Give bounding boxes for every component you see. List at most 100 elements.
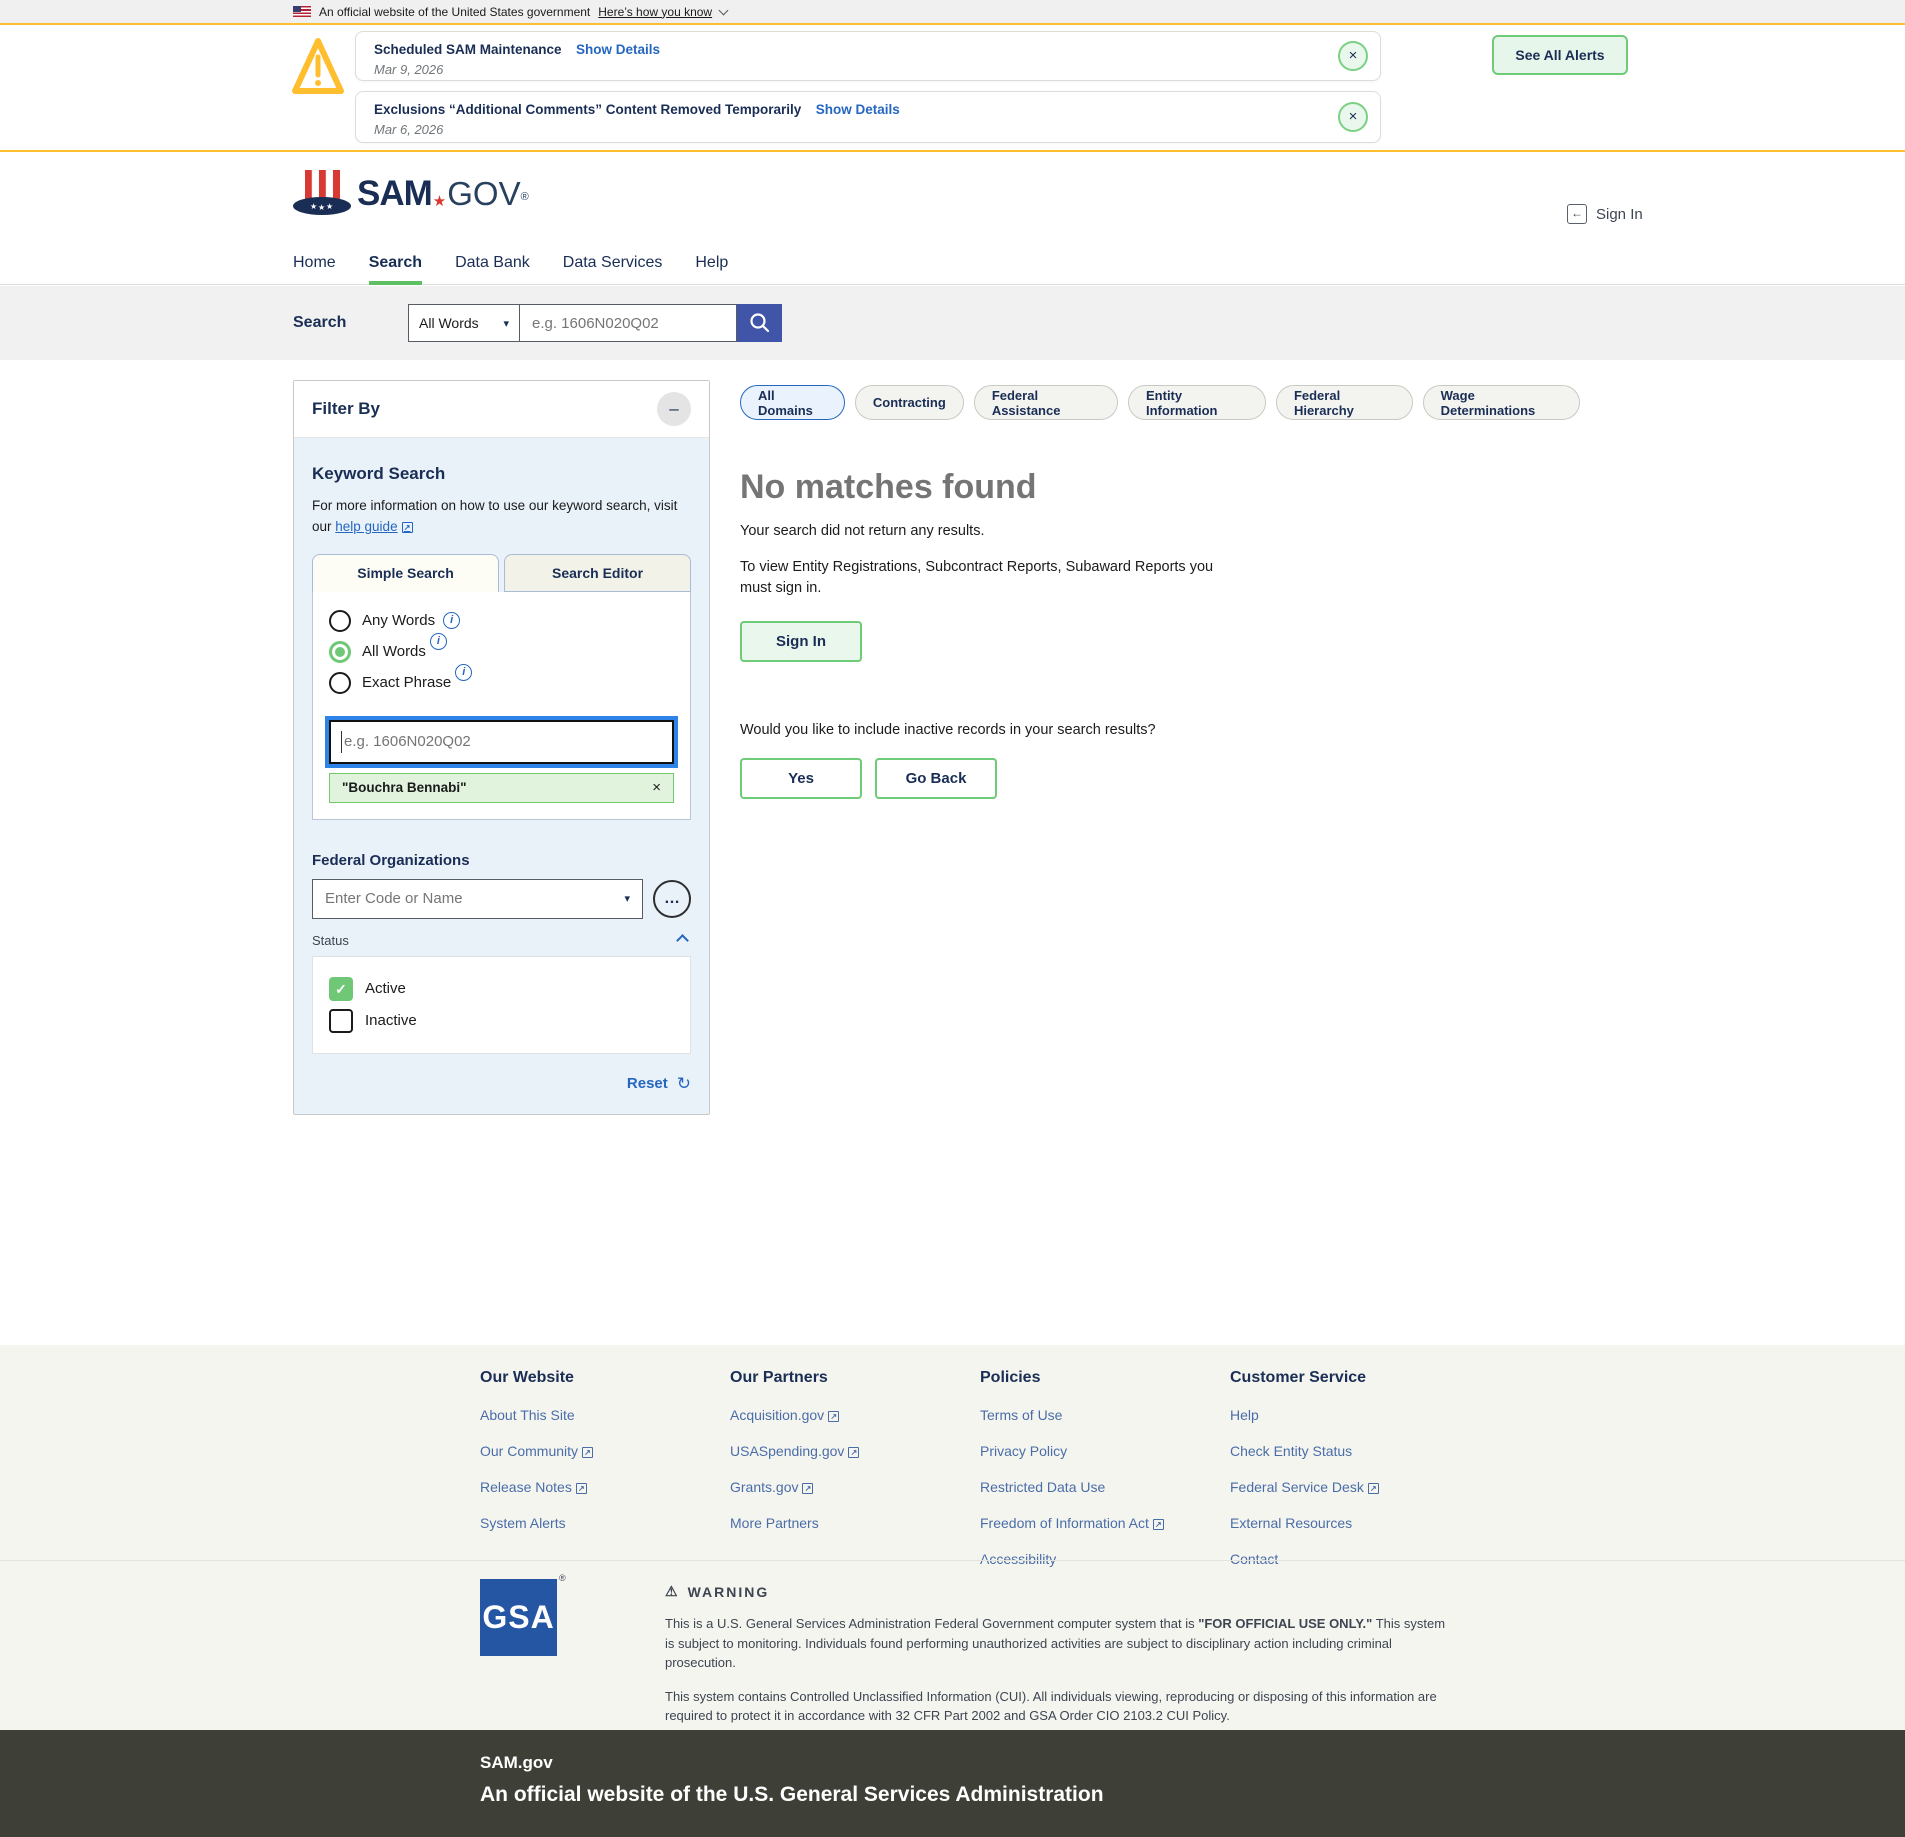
remove-chip-icon[interactable]: × [652,779,661,796]
more-options-button[interactable]: … [653,880,691,918]
sign-in-button[interactable]: Sign In [740,621,862,662]
collapse-filters-button[interactable]: – [657,392,691,426]
registered-mark: ® [521,191,529,203]
footer-link[interactable]: Check Entity Status [1230,1443,1480,1459]
all-words-radio[interactable] [329,641,351,663]
show-details-link[interactable]: Show Details [816,102,900,117]
keyword-search-tabs: Simple Search Search Editor [312,554,691,592]
chevron-down-icon [719,5,729,15]
any-words-radio[interactable] [329,610,351,632]
footer-col-title: Customer Service [1230,1369,1480,1387]
pill-all-domains[interactable]: All Domains [740,385,845,420]
footer-link[interactable]: Acquisition.gov↗ [730,1407,980,1423]
yes-button[interactable]: Yes [740,758,862,799]
footer-link[interactable]: Release Notes↗ [480,1479,730,1495]
footer-link[interactable]: More Partners [730,1515,980,1531]
alert-title: Exclusions “Additional Comments” Content… [374,102,801,117]
tab-simple-search[interactable]: Simple Search [312,554,499,592]
search-mode-select[interactable]: All Words ▾ [408,304,520,342]
results-section: All Domains Contracting Federal Assistan… [740,385,1580,799]
status-row-active: ✓ Active [329,977,674,1001]
external-link-icon: ↗ [848,1447,859,1458]
chevron-up-icon[interactable] [676,934,689,947]
how-you-know-link[interactable]: Here’s how you know [598,5,712,19]
text-cursor [341,731,342,753]
caret-down-icon: ▾ [624,892,630,905]
inactive-checkbox[interactable] [329,1009,353,1033]
main-nav: Home Search Data Bank Data Services Help [0,245,1905,285]
search-input[interactable] [520,304,737,342]
footer-link[interactable]: Terms of Use [980,1407,1230,1423]
reset-link[interactable]: Reset [627,1075,668,1092]
footer-link[interactable]: Help [1230,1407,1480,1423]
pill-wage-determinations[interactable]: Wage Determinations [1423,385,1580,420]
pill-entity-information[interactable]: Entity Information [1128,385,1266,420]
go-back-button[interactable]: Go Back [875,758,997,799]
filter-by-title: Filter By [312,399,380,419]
keyword-input[interactable]: e.g. 1606N020Q02 [329,720,674,764]
footer-link[interactable]: USASpending.gov↗ [730,1443,980,1459]
info-icon[interactable]: i [430,633,447,650]
footer-link[interactable]: Contact [1230,1551,1480,1567]
simple-search-panel: Any Words i All Words i Exact Phrase i e… [312,592,691,820]
warning-icon: ⚠ [665,1583,680,1600]
alert-exclusions: Exclusions “Additional Comments” Content… [355,91,1381,143]
info-icon[interactable]: i [455,664,472,681]
footer-link[interactable]: Privacy Policy [980,1443,1230,1459]
nav-item-data-bank[interactable]: Data Bank [455,245,530,285]
close-icon: × [1349,108,1358,125]
identifier-site: SAM.gov [480,1753,553,1773]
active-checkbox[interactable]: ✓ [329,977,353,1001]
tab-search-editor[interactable]: Search Editor [504,554,691,592]
external-link-icon: ↗ [576,1483,587,1494]
refresh-icon[interactable]: ↻ [677,1074,691,1094]
search-button[interactable] [737,304,782,342]
footer-link[interactable]: Accessibility [980,1551,1230,1567]
footer-link[interactable]: External Resources [1230,1515,1480,1531]
footer-link[interactable]: Our Community↗ [480,1443,730,1459]
see-all-alerts-button[interactable]: See All Alerts [1492,35,1628,75]
close-alert-button[interactable]: × [1338,41,1368,71]
pill-contracting[interactable]: Contracting [855,385,964,420]
keyword-search-heading: Keyword Search [312,464,691,484]
info-icon[interactable]: i [443,612,460,629]
footer-link[interactable]: Freedom of Information Act↗ [980,1515,1230,1531]
nav-item-data-services[interactable]: Data Services [563,245,663,285]
pill-federal-assistance[interactable]: Federal Assistance [974,385,1118,420]
status-options-box: ✓ Active Inactive [312,956,691,1054]
external-link-icon: ↗ [402,522,413,533]
site-footer: Our Website About This Site Our Communit… [0,1345,1905,1730]
footer-col-customer-service: Customer Service Help Check Entity Statu… [1230,1369,1480,1587]
external-link-icon: ↗ [828,1411,839,1422]
close-alert-button[interactable]: × [1338,102,1368,132]
footer-link[interactable]: Grants.gov↗ [730,1479,980,1495]
sign-in-link[interactable]: ← Sign In [1567,204,1643,224]
help-guide-link[interactable]: help guide [335,519,397,534]
pill-federal-hierarchy[interactable]: Federal Hierarchy [1276,385,1413,420]
footer-link[interactable]: About This Site [480,1407,730,1423]
question-buttons: Yes Go Back [740,758,1580,799]
nav-item-search[interactable]: Search [369,245,422,285]
no-results-message: Your search did not return any results. [740,523,1580,539]
nav-item-home[interactable]: Home [293,245,336,285]
status-label: Status [312,933,349,948]
footer-col-title: Our Website [480,1369,730,1387]
federal-orgs-select[interactable]: Enter Code or Name ▾ [312,879,643,919]
status-row-inactive: Inactive [329,1009,674,1033]
main-content: Filter By – Keyword Search For more info… [0,360,1905,1345]
footer-columns: Our Website About This Site Our Communit… [480,1369,1480,1587]
filter-panel-header: Filter By – [294,381,709,438]
show-details-link[interactable]: Show Details [576,42,660,57]
footer-col-title: Our Partners [730,1369,980,1387]
nav-item-help[interactable]: Help [695,245,728,285]
footer-link[interactable]: Restricted Data Use [980,1479,1230,1495]
domain-filter-pills: All Domains Contracting Federal Assistan… [740,385,1580,420]
external-link-icon: ↗ [582,1447,593,1458]
exact-phrase-radio[interactable] [329,672,351,694]
footer-link[interactable]: System Alerts [480,1515,730,1531]
us-flag-icon [293,6,311,17]
close-icon: × [1349,47,1358,64]
footer-link[interactable]: Federal Service Desk↗ [1230,1479,1480,1495]
sam-gov-logo[interactable]: ★ ★ ★ SAM ★ GOV ® [291,168,529,220]
gsa-registered-mark: ® [559,1573,566,1583]
